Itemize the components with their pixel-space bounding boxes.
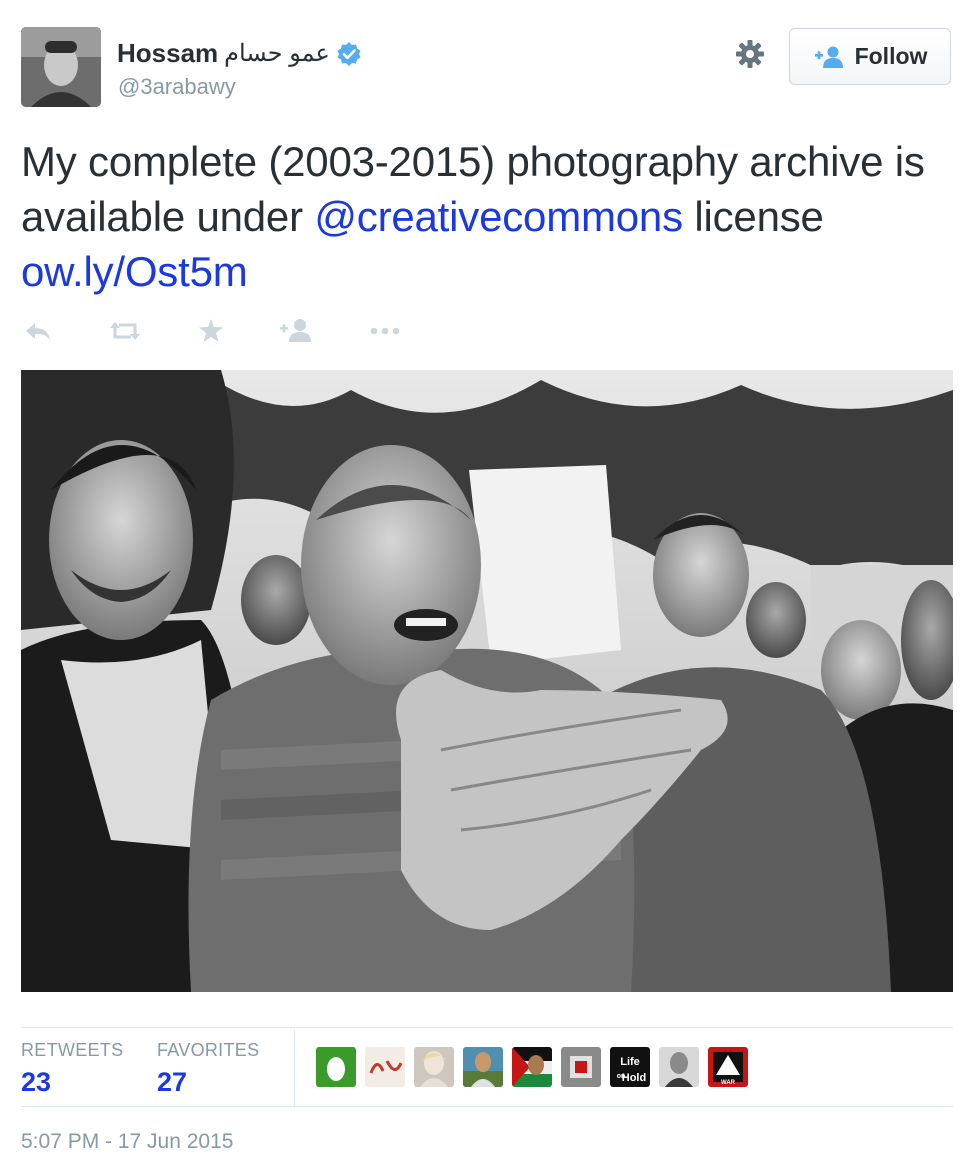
svg-text:WAR: WAR	[721, 1080, 736, 1086]
stats-separator	[294, 1030, 295, 1106]
favoriter-avatar[interactable]	[659, 1047, 699, 1087]
tweet-timestamp[interactable]: 5:07 PM - 17 Jun 2015	[21, 1130, 233, 1154]
favoriter-avatar[interactable]	[512, 1047, 552, 1087]
favoriter-avatar[interactable]	[365, 1047, 405, 1087]
author-name[interactable]: Hossam عمو حسام	[117, 38, 362, 69]
mention-link[interactable]: @creativecommons	[314, 193, 683, 240]
tweet-photo[interactable]	[21, 370, 953, 992]
add-user-icon	[813, 45, 845, 69]
tweet-actions	[21, 314, 421, 348]
more-icon[interactable]	[369, 314, 403, 353]
favorites-count: 27	[157, 1067, 188, 1097]
favoriter-avatar[interactable]: Life on Hold	[610, 1047, 650, 1087]
favorites-stat[interactable]: FAVORITES 27	[157, 1040, 259, 1098]
retweets-stat[interactable]: RETWEETS 23	[21, 1040, 123, 1098]
favoriter-avatar[interactable]	[561, 1047, 601, 1087]
favoriter-avatar[interactable]	[316, 1047, 356, 1087]
stats-divider-bottom	[21, 1106, 953, 1107]
author-name-arabic: عمو حسام	[224, 40, 330, 67]
favorites-label: FAVORITES	[157, 1040, 260, 1060]
favoriter-avatar[interactable]	[463, 1047, 503, 1087]
author-handle[interactable]: @3arabawy	[118, 74, 236, 100]
gear-icon[interactable]	[734, 38, 766, 70]
verified-badge-icon	[336, 41, 362, 67]
retweets-count: 23	[21, 1067, 52, 1097]
author-avatar[interactable]	[21, 27, 101, 107]
follow-button[interactable]: Follow	[789, 28, 951, 85]
retweet-icon[interactable]	[107, 314, 143, 353]
svg-text:Hold: Hold	[622, 1072, 646, 1084]
follow-label: Follow	[854, 43, 928, 69]
star-icon[interactable]	[197, 314, 225, 353]
tweet-text: My complete (2003-2015) photography arch…	[21, 134, 951, 299]
url-link[interactable]: ow.ly/Ost5m	[21, 248, 248, 295]
tweet-text-part2: license	[682, 193, 824, 240]
favoriters-list: Life on Hold WAR	[316, 1047, 748, 1087]
svg-text:Life: Life	[620, 1056, 640, 1068]
favoriter-avatar[interactable]	[414, 1047, 454, 1087]
stats-divider-top	[21, 1027, 953, 1028]
favoriter-avatar[interactable]: WAR	[708, 1047, 748, 1087]
author-name-latin: Hossam	[117, 38, 219, 68]
reply-icon[interactable]	[23, 314, 53, 353]
retweets-label: RETWEETS	[21, 1040, 124, 1060]
add-user-icon[interactable]	[279, 314, 315, 353]
